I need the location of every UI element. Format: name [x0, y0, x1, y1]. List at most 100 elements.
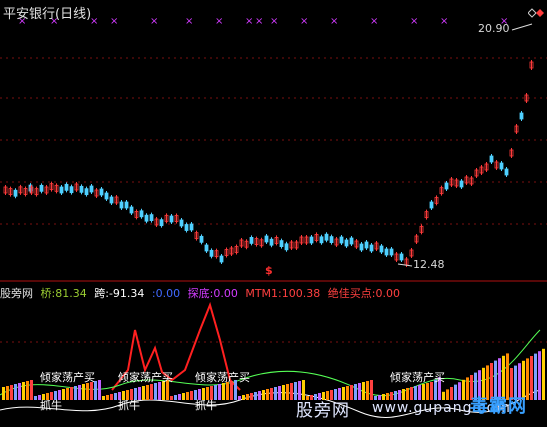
candle-body [179, 219, 184, 227]
histogram-bar [214, 385, 217, 400]
histogram-bar [290, 383, 293, 400]
candle-body [339, 236, 344, 244]
histogram-bar [22, 382, 25, 400]
histogram-bar [246, 394, 249, 400]
histogram-bar [90, 382, 93, 400]
annotation-catch: 抓牛 [40, 398, 62, 412]
histogram-bar [430, 382, 433, 400]
histogram-bar [410, 387, 413, 400]
candle-body [119, 201, 124, 209]
cross-marker: × [255, 16, 263, 27]
cross-marker: × [185, 16, 193, 27]
qiao-label: 桥: [40, 287, 56, 300]
candle-body [489, 155, 494, 163]
histogram-bar [106, 395, 109, 400]
candle-body [269, 238, 274, 246]
histogram-bar [398, 390, 401, 400]
candle-body [124, 201, 129, 209]
mtm-label: MTM1: [245, 287, 282, 300]
candle-body [359, 243, 364, 251]
histogram-bar [170, 396, 173, 400]
histogram-bar [258, 391, 261, 400]
histogram-bar [2, 387, 5, 400]
histogram-bar [274, 387, 277, 400]
histogram-bar [66, 388, 69, 400]
best-buy-value: 0.00 [375, 287, 400, 300]
page-title: 平安银行(日线) [3, 7, 92, 22]
candle-body [104, 192, 109, 200]
candle-body [504, 168, 509, 176]
cross-marker: × [270, 16, 278, 27]
candle-body [389, 248, 394, 256]
candle-body [499, 162, 504, 170]
candle-body [279, 240, 284, 248]
histogram-bar [370, 380, 373, 400]
histogram-bar [142, 386, 145, 400]
histogram-bar [62, 389, 65, 400]
candle-body [519, 112, 524, 120]
cross-marker: × [110, 16, 118, 27]
histogram-bar [442, 391, 445, 400]
tandi-value: 0.00 [213, 287, 238, 300]
candle-body [429, 201, 434, 209]
annotation-sell: 倾家荡产买 [390, 370, 445, 384]
histogram-bar [110, 394, 113, 400]
cross-marker: × [440, 16, 448, 27]
candle-body [149, 214, 154, 222]
histogram-bar [30, 380, 33, 400]
mtm-value: 100.38 [281, 287, 321, 300]
candle-body [89, 185, 94, 193]
candle-body [199, 235, 204, 243]
low-price-label: 12.48 [413, 258, 445, 271]
histogram-bar [26, 381, 29, 400]
histogram-bar [266, 389, 269, 400]
histogram-bar [462, 379, 465, 400]
candle-body [369, 244, 374, 252]
indicator-name: 股旁网 [0, 287, 33, 300]
candle-body [129, 206, 134, 214]
candle-body [184, 224, 189, 231]
high-price-label: 20.90 [478, 22, 510, 35]
candle-body [109, 196, 114, 204]
chart-canvas: × × × × × × × × × × × × × × × ×倾家荡产买 倾家荡产买 倾家荡产买 倾家荡产买抓牛 抓牛… [0, 16, 547, 418]
histogram-bar [210, 386, 213, 400]
cross-marker: × [330, 16, 338, 27]
histogram-bar [282, 385, 285, 400]
histogram-bar [422, 384, 425, 400]
annotation-sell: 倾家荡产买 [118, 370, 173, 384]
candle-body [309, 236, 314, 244]
histogram-bar [402, 389, 405, 400]
histogram-bar [14, 384, 17, 400]
candle-body [209, 249, 214, 257]
candle-body [144, 214, 149, 222]
histogram-bar [534, 353, 537, 400]
diamond-icon[interactable] [527, 3, 544, 18]
histogram-bar [178, 394, 181, 400]
histogram-bar [426, 383, 429, 400]
histogram-bar [366, 381, 369, 400]
candle-body [284, 243, 289, 251]
histogram-bar [458, 382, 461, 400]
histogram-bar [262, 390, 265, 400]
candle-body [399, 253, 404, 261]
histogram-bar [530, 356, 533, 400]
histogram-bar [542, 348, 545, 400]
indicator-bar: 股旁网 桥:81.34 跨:-91.34 :0.00 探底:0.00 MTM1:… [0, 285, 404, 301]
histogram-bar [242, 395, 245, 400]
candle-body [329, 236, 334, 244]
candle-body [249, 236, 254, 244]
histogram-bar [10, 385, 13, 400]
histogram-bar [114, 393, 117, 400]
histogram-bar [446, 389, 449, 400]
histogram-bar [270, 388, 273, 400]
histogram-bar [538, 351, 541, 400]
histogram-bar [154, 383, 157, 400]
candle-body [219, 255, 224, 263]
candle-body [13, 189, 18, 197]
watermark-cn: 股旁网 [296, 401, 350, 421]
histogram-bar [418, 385, 421, 400]
histogram-bar [454, 384, 457, 400]
histogram-bar [74, 386, 77, 400]
histogram-bar [358, 383, 361, 400]
histogram-bar [222, 383, 225, 400]
